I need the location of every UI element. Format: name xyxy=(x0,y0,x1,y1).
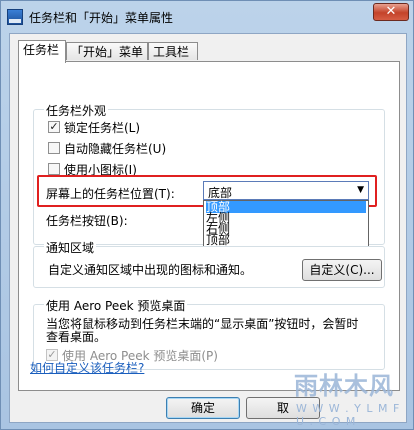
taskbar-location-value: 底部 xyxy=(208,186,233,200)
close-button[interactable]: ✕ xyxy=(373,3,409,21)
auto-hide-checkbox[interactable] xyxy=(48,142,60,154)
tab-label: 工具栏 xyxy=(153,45,190,59)
dialog-client: 任务栏 「开始」菜单 工具栏 任务栏外观 ✓ 锁定任务栏(L) 自动隐藏任务栏(… xyxy=(9,33,407,423)
tab-taskbar[interactable]: 任务栏 xyxy=(18,40,66,63)
window-title: 任务栏和「开始」菜单属性 xyxy=(29,11,174,25)
tab-panel-taskbar: 任务栏外观 ✓ 锁定任务栏(L) 自动隐藏任务栏(U) 使用小图标(I) 屏幕上… xyxy=(18,61,400,391)
title-bar[interactable]: 任务栏和「开始」菜单属性 ✕ xyxy=(1,1,413,33)
watermark-text: 雨林木风 xyxy=(294,372,394,400)
taskbar-location-select[interactable]: 底部 ▼ xyxy=(203,181,369,200)
taskbar-buttons-label: 任务栏按钮(B): xyxy=(46,214,128,228)
properties-window: 任务栏和「开始」菜单属性 ✕ 任务栏 「开始」菜单 工具栏 任务栏外观 ✓ 锁定… xyxy=(0,0,414,430)
chevron-down-icon: ▼ xyxy=(357,185,364,195)
tab-label: 「开始」菜单 xyxy=(71,45,144,59)
watermark-url: W W W . Y L M F U . C O M xyxy=(296,402,401,428)
ok-button[interactable]: 确定 xyxy=(166,397,240,419)
auto-hide-label: 自动隐藏任务栏(U) xyxy=(64,142,167,156)
watermark-logo: 雨林木风 W W W . Y L M F U . C O M xyxy=(294,366,404,428)
dropdown-option[interactable]: 顶部 xyxy=(206,234,230,246)
lock-taskbar-label: 锁定任务栏(L) xyxy=(64,121,141,135)
lock-taskbar-checkbox[interactable]: ✓ xyxy=(48,121,60,133)
tab-label: 任务栏 xyxy=(23,43,60,57)
group-title: 使用 Aero Peek 预览桌面 xyxy=(44,297,188,314)
taskbar-location-dropdown: 顶部 左侧 右侧 顶部 xyxy=(203,200,369,247)
group-title: 任务栏外观 xyxy=(44,102,109,119)
taskbar-location-label: 屏幕上的任务栏位置(T): xyxy=(46,187,175,201)
tab-start-menu[interactable]: 「开始」菜单 xyxy=(66,42,148,60)
taskbar-app-icon xyxy=(7,9,23,25)
small-icons-checkbox[interactable] xyxy=(48,163,60,175)
tab-toolbars[interactable]: 工具栏 xyxy=(148,42,198,60)
group-title: 通知区域 xyxy=(44,239,97,256)
customize-button[interactable]: 自定义(C)... xyxy=(302,259,382,281)
aero-peek-description-line2: 查看桌面。 xyxy=(46,330,107,344)
notification-description: 自定义通知区域中出现的图标和通知。 xyxy=(48,263,253,277)
checkmark-icon: ✓ xyxy=(49,120,59,133)
help-link[interactable]: 如何自定义该任务栏? xyxy=(30,359,144,376)
